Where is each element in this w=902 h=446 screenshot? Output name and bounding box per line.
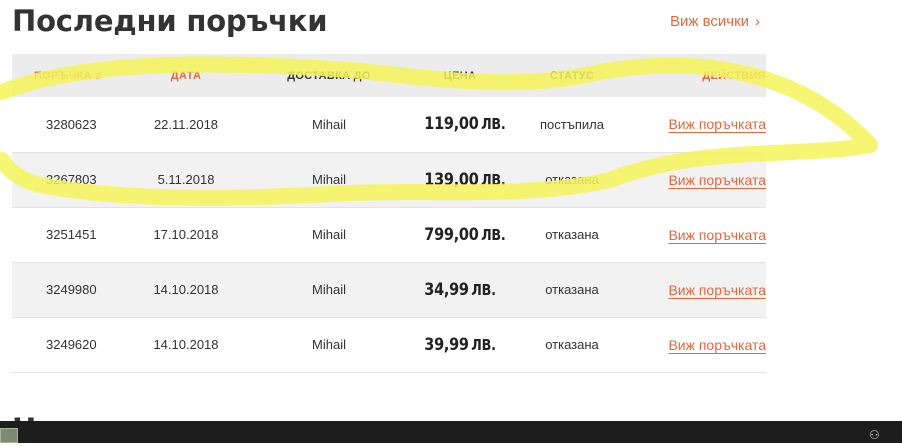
view-all-label: Виж всички (670, 13, 750, 30)
order-status: отказана (545, 337, 599, 352)
order-status: отказана (545, 227, 599, 242)
order-price: 799,00 ЛВ. (424, 207, 505, 262)
order-date: 14.10.2018 (153, 282, 219, 297)
price-amount: 139,00 (424, 169, 479, 190)
price-amount: 39,99 (424, 334, 469, 355)
price-amount: 119,00 (424, 114, 479, 135)
table-row: 3249620 14.10.2018 Mihail 39,99 ЛВ. отказ… (12, 317, 766, 372)
view-order-link[interactable]: Виж поръчката (668, 337, 766, 353)
page-title: Последни поръчки (12, 4, 328, 38)
order-status: отказана (545, 282, 599, 297)
order-number: 3267803 (46, 172, 97, 187)
order-ship-to: Mihail (312, 227, 346, 242)
price-currency: ЛВ. (481, 225, 506, 244)
taskbar (0, 421, 902, 443)
orders-table: ПОРЪЧКА # ДАТА ДОСТАВКА ДО ЦЕНА СТАТУС Д… (12, 54, 766, 373)
order-status: отказана (545, 172, 599, 187)
order-action-cell: Виж поръчката (642, 152, 766, 207)
order-action-cell: Виж поръчката (642, 262, 766, 317)
table-row: 3267803 5.11.2018 Mihail 139,00 ЛВ. отказ… (12, 152, 766, 207)
price-currency: ЛВ. (471, 280, 496, 299)
table-row: 3249980 14.10.2018 Mihail 34,99 ЛВ. отказ… (12, 262, 766, 317)
table-row: 3251451 17.10.2018 Mihail 799,00 ЛВ. отка… (12, 207, 766, 262)
order-price: 119,00 ЛВ. (424, 97, 505, 152)
order-price: 39,99 ЛВ. (424, 317, 496, 372)
taskbar-app-thumbnail[interactable] (0, 428, 18, 443)
order-date: 22.11.2018 (153, 116, 219, 132)
view-order-link[interactable]: Виж поръчката (668, 282, 766, 298)
chevron-right-icon: › (755, 13, 761, 30)
order-action-cell: Виж поръчката (642, 317, 766, 372)
order-date: 14.10.2018 (153, 337, 219, 352)
order-status: постъпила (540, 116, 604, 132)
order-ship-to: Mihail (312, 172, 346, 187)
price-currency: ЛВ. (481, 170, 506, 189)
order-number: 3249620 (46, 337, 97, 352)
order-number: 3251451 (46, 227, 97, 242)
people-icon[interactable]: ⚇ (869, 428, 880, 442)
order-ship-to: Mihail (312, 282, 346, 297)
table-row: 3280623 22.11.2018 Mihail 119,00 ЛВ. пост… (12, 97, 766, 152)
header-ship-to: ДОСТАВКА ДО (287, 69, 371, 82)
order-number: 3249980 (46, 282, 97, 297)
header-status: СТАТУС (549, 69, 595, 82)
header-actions: ДЕЙСТВИЯ (702, 69, 766, 82)
view-all-link[interactable]: Виж всички › (670, 13, 760, 30)
order-ship-to: Mihail (312, 337, 346, 352)
order-action-cell: Виж поръчката (642, 207, 766, 262)
price-amount: 34,99 (424, 279, 469, 300)
order-date: 5.11.2018 (157, 172, 215, 187)
header-price: ЦЕНА (443, 69, 477, 82)
order-ship-to: Mihail (312, 116, 346, 132)
view-order-link[interactable]: Виж поръчката (668, 227, 766, 243)
price-currency: ЛВ. (481, 115, 506, 134)
order-action-cell: Виж поръчката (642, 97, 766, 152)
price-amount: 799,00 (424, 224, 479, 245)
order-price: 34,99 ЛВ. (424, 262, 496, 317)
order-date: 17.10.2018 (153, 227, 219, 242)
table-header-row: ПОРЪЧКА # ДАТА ДОСТАВКА ДО ЦЕНА СТАТУС Д… (12, 54, 766, 97)
price-currency: ЛВ. (471, 335, 496, 354)
view-order-link[interactable]: Виж поръчката (668, 116, 766, 132)
header-date: ДАТА (170, 69, 202, 82)
header-order-number: ПОРЪЧКА # (34, 69, 102, 82)
order-price: 139,00 ЛВ. (424, 152, 505, 207)
view-order-link[interactable]: Виж поръчката (668, 172, 766, 188)
order-number: 3280623 (46, 116, 97, 132)
